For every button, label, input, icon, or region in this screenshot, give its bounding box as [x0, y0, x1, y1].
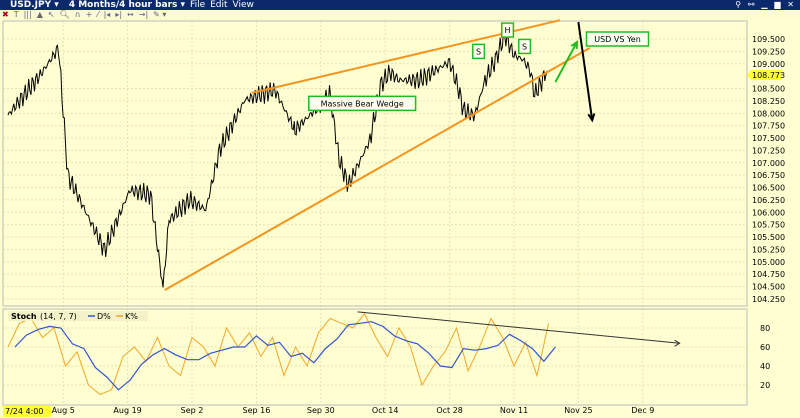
- price-axis-label: 108.250: [752, 97, 785, 106]
- stoch-k-line: [7, 312, 549, 396]
- price-axis-label: 106.000: [752, 208, 785, 217]
- price-axis-label: 107.500: [752, 134, 785, 143]
- date-axis-label: Oct 28: [436, 406, 463, 415]
- price-axis-label: 104.750: [752, 270, 785, 279]
- chart[interactable]: Massive Bear Wedge S H S USD VS Yen 109.500 1…: [0, 0, 800, 418]
- price-axis-label: 107.000: [752, 159, 785, 168]
- price-axis-label: 105.000: [752, 258, 785, 267]
- wedge-lower-line: [164, 47, 591, 291]
- price-axis-label: 109.250: [752, 47, 785, 56]
- price-axis-label: 105.500: [752, 233, 785, 242]
- price-axis-label: 104.250: [752, 295, 785, 304]
- stoch-d-line: [14, 321, 556, 391]
- stoch-axis-label: 40: [760, 362, 770, 371]
- price-axis-label: 109.500: [752, 35, 785, 44]
- stoch-name: Stoch: [11, 312, 37, 321]
- date-axis-label: Oct 14: [372, 406, 399, 415]
- annotation-label: H: [505, 26, 511, 35]
- date-axis-label: Nov 25: [564, 406, 592, 415]
- price-series-line: [7, 28, 548, 288]
- stoch-params: (14, 7, 7): [40, 312, 77, 321]
- price-axis-label: 108.500: [752, 85, 785, 94]
- stoch-axis-label: 20: [760, 381, 770, 390]
- price-axis-label: 106.250: [752, 196, 785, 205]
- stoch-axis-label: 60: [760, 343, 770, 352]
- date-axis-label: Aug 19: [113, 406, 141, 415]
- date-axis-label: Sep 30: [307, 406, 335, 415]
- price-axis-label: 104.500: [752, 283, 785, 292]
- price-axis-label: 107.750: [752, 122, 785, 131]
- cursor-date-label: 7/24 4:00: [5, 407, 43, 416]
- price-axis-label: 106.500: [752, 184, 785, 193]
- price-axis-label: 108.000: [752, 109, 785, 118]
- current-price-label: 108.773: [752, 71, 785, 80]
- date-axis-label: Sep 16: [242, 406, 270, 415]
- k-label[interactable]: K%: [125, 312, 138, 321]
- price-axis-label: 105.250: [752, 245, 785, 254]
- stoch-axis-label: 80: [760, 324, 770, 333]
- stoch-legend[interactable]: Stoch (14, 7, 7) D% K%: [8, 311, 148, 321]
- d-label[interactable]: D%: [97, 312, 111, 321]
- up-arrow: [554, 41, 578, 83]
- annotation-label: Massive Bear Wedge: [321, 99, 404, 108]
- date-axis-label: Nov 11: [500, 406, 528, 415]
- date-axis-label: Sep 2: [181, 406, 204, 415]
- date-axis-label: Dec 9: [631, 406, 654, 415]
- annotation-label: S: [522, 42, 527, 51]
- price-axis-label: 106.750: [752, 171, 785, 180]
- price-axis-label: 107.250: [752, 146, 785, 155]
- annotation-label: S: [476, 47, 481, 56]
- annotation-label: USD VS Yen: [594, 35, 641, 44]
- date-axis-label: Aug 5: [52, 406, 75, 415]
- price-axis-label: 105.750: [752, 221, 785, 230]
- price-axis-label: 109.000: [752, 60, 785, 69]
